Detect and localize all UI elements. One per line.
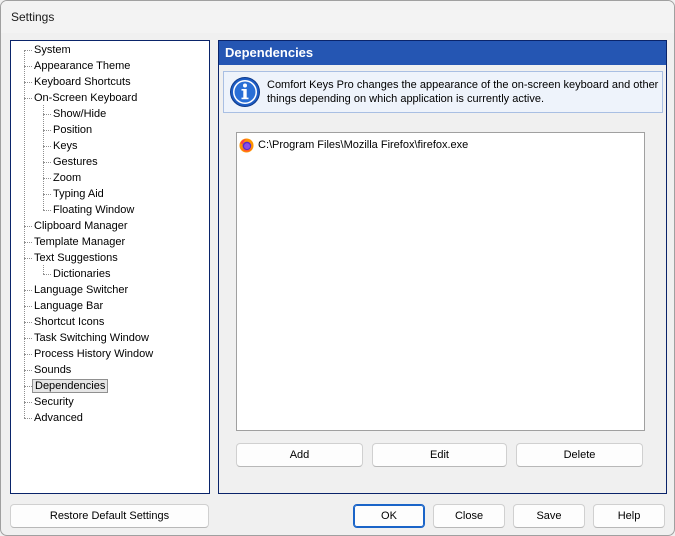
tree-item-label: Typing Aid — [53, 188, 104, 200]
dependencies-panel: Dependencies Comfort Keys Pro changes th… — [218, 40, 667, 494]
tree-item-label: Gestures — [53, 156, 98, 168]
save-button[interactable]: Save — [513, 504, 585, 528]
tree-connector — [24, 290, 32, 291]
tree-item-process-history-window[interactable]: Process History Window — [32, 346, 155, 362]
tree-item-label: Process History Window — [34, 348, 154, 360]
tree-connector — [24, 50, 25, 418]
tree-connector — [24, 418, 32, 419]
tree-connector — [24, 66, 32, 67]
tree-item-label: Dependencies — [32, 379, 109, 393]
tree-item-gestures[interactable]: Gestures — [51, 154, 100, 170]
settings-window: Settings System Appearance Theme Keyboard … — [0, 0, 675, 536]
tree-item-label: Show/Hide — [53, 108, 107, 120]
tree-item-position[interactable]: Position — [51, 122, 94, 138]
tree-item-label: Zoom — [53, 172, 82, 184]
tree-connector — [24, 402, 32, 403]
tree-connector — [24, 258, 32, 259]
tree-item-clipboard-manager[interactable]: Clipboard Manager — [32, 218, 130, 234]
edit-button[interactable]: Edit — [372, 443, 507, 467]
add-button[interactable]: Add — [236, 443, 363, 467]
tree-connector — [24, 242, 32, 243]
tree-connector — [43, 210, 51, 211]
tree-item-label: Advanced — [34, 412, 83, 424]
tree-connector — [24, 354, 32, 355]
tree-item-task-switching-window[interactable]: Task Switching Window — [32, 330, 151, 346]
tree-item-floating-window[interactable]: Floating Window — [51, 202, 136, 218]
tree-item-show-hide[interactable]: Show/Hide — [51, 106, 108, 122]
tree-item-sounds[interactable]: Sounds — [32, 362, 73, 378]
tree-item-label: Keyboard Shortcuts — [34, 76, 131, 88]
tree-item-label: Position — [53, 124, 93, 136]
tree-item-zoom[interactable]: Zoom — [51, 170, 83, 186]
tree-item-language-switcher[interactable]: Language Switcher — [32, 282, 130, 298]
tree-connector — [43, 162, 51, 163]
tree-item-keyboard-shortcuts[interactable]: Keyboard Shortcuts — [32, 74, 133, 90]
info-icon — [230, 77, 260, 107]
tree-item-label: On-Screen Keyboard — [34, 92, 138, 104]
tree-item-label: Floating Window — [53, 204, 135, 216]
tree-connector — [43, 265, 44, 274]
tree-item-label: Text Suggestions — [34, 252, 118, 264]
tree-item-label: Language Switcher — [34, 284, 129, 296]
tree-item-label: Security — [34, 396, 74, 408]
tree-item-system[interactable]: System — [32, 42, 73, 58]
dependency-path: C:\Program Files\Mozilla Firefox\firefox… — [258, 139, 469, 151]
tree-item-label: Task Switching Window — [34, 332, 149, 344]
tree-item-label: Sounds — [34, 364, 72, 376]
title-bar: Settings — [1, 1, 674, 33]
tree-connector — [43, 146, 51, 147]
restore-default-button[interactable]: Restore Default Settings — [10, 504, 209, 528]
tree-item-appearance-theme[interactable]: Appearance Theme — [32, 58, 132, 74]
tree-connector — [24, 370, 32, 371]
tree-item-label: Template Manager — [34, 236, 126, 248]
delete-button[interactable]: Delete — [516, 443, 643, 467]
tree-connector — [43, 114, 51, 115]
tree-connector — [24, 226, 32, 227]
tree-connector — [43, 274, 51, 275]
tree-connector — [24, 386, 32, 387]
tree-item-shortcut-icons[interactable]: Shortcut Icons — [32, 314, 106, 330]
tree-item-dictionaries[interactable]: Dictionaries — [51, 266, 112, 282]
tree-item-text-suggestions[interactable]: Text Suggestions — [32, 250, 120, 266]
tree-item-label: Language Bar — [34, 300, 104, 312]
tree-connector — [24, 322, 32, 323]
tree-item-language-bar[interactable]: Language Bar — [32, 298, 105, 314]
tree-connector — [24, 338, 32, 339]
tree-connector — [43, 130, 51, 131]
info-box: Comfort Keys Pro changes the appearance … — [223, 71, 663, 113]
tree-connector — [43, 194, 51, 195]
tree-item-template-manager[interactable]: Template Manager — [32, 234, 127, 250]
tree-item-keys[interactable]: Keys — [51, 138, 79, 154]
tree-item-label: Keys — [53, 140, 78, 152]
tree-item-label: Appearance Theme — [34, 60, 131, 72]
ok-button[interactable]: OK — [353, 504, 425, 528]
tree-item-label: System — [34, 44, 71, 56]
tree-item-typing-aid[interactable]: Typing Aid — [51, 186, 106, 202]
tree-item-dependencies[interactable]: Dependencies — [32, 378, 109, 394]
info-text: Comfort Keys Pro changes the appearance … — [267, 79, 659, 105]
tree-item-label: Shortcut Icons — [34, 316, 105, 328]
tree-item-security[interactable]: Security — [32, 394, 76, 410]
tree-item-label: Dictionaries — [53, 268, 111, 280]
tree-item-on-screen-keyboard[interactable]: On-Screen Keyboard — [32, 90, 139, 106]
tree-item-label: Clipboard Manager — [34, 220, 128, 232]
tree-connector — [24, 82, 32, 83]
dependencies-list[interactable]: C:\Program Files\Mozilla Firefox\firefox… — [236, 132, 645, 431]
close-button[interactable]: Close — [433, 504, 505, 528]
window-title: Settings — [11, 10, 55, 24]
firefox-icon — [239, 138, 254, 153]
tree-connector — [24, 98, 32, 99]
tree-connector — [43, 178, 51, 179]
panel-header: Dependencies — [219, 41, 666, 65]
tree-item-advanced[interactable]: Advanced — [32, 410, 85, 426]
tree-connector — [24, 306, 32, 307]
settings-tree[interactable]: System Appearance Theme Keyboard Shortcuts… — [10, 40, 210, 494]
tree-connector — [24, 50, 32, 51]
help-button[interactable]: Help — [593, 504, 665, 528]
